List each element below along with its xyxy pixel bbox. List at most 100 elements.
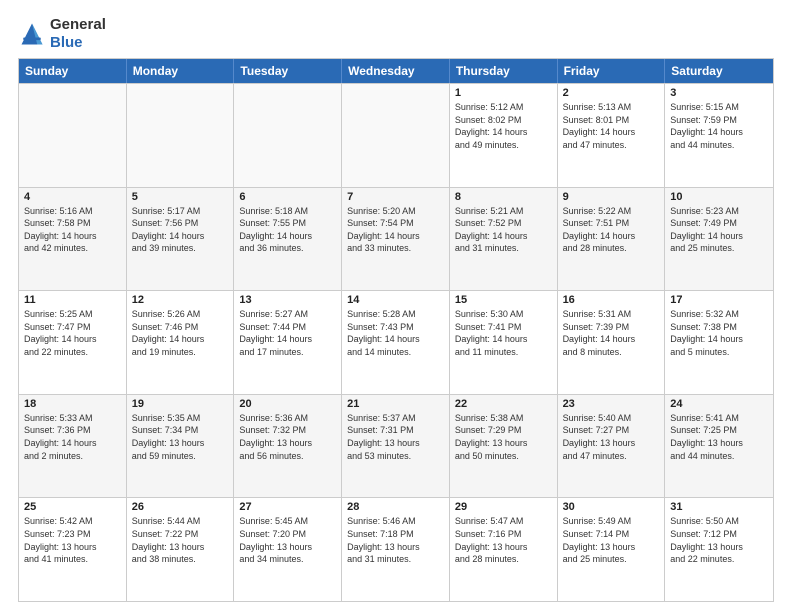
cal-cell: 31 Sunrise: 5:50 AM Sunset: 7:12 PM Dayli… <box>665 498 773 601</box>
cell-info: Sunrise: 5:32 AM Sunset: 7:38 PM Dayligh… <box>670 308 768 358</box>
day-number: 12 <box>132 294 229 306</box>
logo-text: GeneralBlue <box>50 16 106 52</box>
cell-info: Sunrise: 5:33 AM Sunset: 7:36 PM Dayligh… <box>24 412 121 462</box>
day-number: 24 <box>670 398 768 410</box>
day-number: 27 <box>239 501 336 513</box>
cal-cell: 21 Sunrise: 5:37 AM Sunset: 7:31 PM Dayli… <box>342 395 450 498</box>
cell-info: Sunrise: 5:13 AM Sunset: 8:01 PM Dayligh… <box>563 101 660 151</box>
day-number: 7 <box>347 191 444 203</box>
cell-info: Sunrise: 5:36 AM Sunset: 7:32 PM Dayligh… <box>239 412 336 462</box>
day-number: 1 <box>455 87 552 99</box>
cell-info: Sunrise: 5:12 AM Sunset: 8:02 PM Dayligh… <box>455 101 552 151</box>
cal-header-cell: Friday <box>558 59 666 83</box>
day-number: 26 <box>132 501 229 513</box>
cal-cell: 29 Sunrise: 5:47 AM Sunset: 7:16 PM Dayli… <box>450 498 558 601</box>
cal-cell: 7 Sunrise: 5:20 AM Sunset: 7:54 PM Daylig… <box>342 188 450 291</box>
cal-header-cell: Tuesday <box>234 59 342 83</box>
day-number: 15 <box>455 294 552 306</box>
day-number: 9 <box>563 191 660 203</box>
cal-cell: 12 Sunrise: 5:26 AM Sunset: 7:46 PM Dayli… <box>127 291 235 394</box>
cal-cell: 17 Sunrise: 5:32 AM Sunset: 7:38 PM Dayli… <box>665 291 773 394</box>
cal-week: 11 Sunrise: 5:25 AM Sunset: 7:47 PM Dayli… <box>19 290 773 394</box>
cal-cell: 10Sunrise: 5:23 AM Sunset: 7:49 PM Dayli… <box>665 188 773 291</box>
day-number: 21 <box>347 398 444 410</box>
cell-info: Sunrise: 5:21 AM Sunset: 7:52 PM Dayligh… <box>455 205 552 255</box>
cell-info: Sunrise: 5:50 AM Sunset: 7:12 PM Dayligh… <box>670 515 768 565</box>
cell-info: Sunrise: 5:38 AM Sunset: 7:29 PM Dayligh… <box>455 412 552 462</box>
cal-cell-empty <box>19 84 127 187</box>
cell-info: Sunrise: 5:35 AM Sunset: 7:34 PM Dayligh… <box>132 412 229 462</box>
cal-cell: 19 Sunrise: 5:35 AM Sunset: 7:34 PM Dayli… <box>127 395 235 498</box>
day-number: 6 <box>239 191 336 203</box>
cal-header-cell: Monday <box>127 59 235 83</box>
logo-icon <box>18 20 46 48</box>
cell-info: Sunrise: 5:26 AM Sunset: 7:46 PM Dayligh… <box>132 308 229 358</box>
cal-cell: 15 Sunrise: 5:30 AM Sunset: 7:41 PM Dayli… <box>450 291 558 394</box>
cal-cell: 24Sunrise: 5:41 AM Sunset: 7:25 PM Dayli… <box>665 395 773 498</box>
day-number: 23 <box>563 398 660 410</box>
cal-header-cell: Thursday <box>450 59 558 83</box>
calendar-header-row: SundayMondayTuesdayWednesdayThursdayFrid… <box>19 59 773 83</box>
cell-info: Sunrise: 5:31 AM Sunset: 7:39 PM Dayligh… <box>563 308 660 358</box>
cal-cell: 26Sunrise: 5:44 AM Sunset: 7:22 PM Dayli… <box>127 498 235 601</box>
cal-week: 18Sunrise: 5:33 AM Sunset: 7:36 PM Dayli… <box>19 394 773 498</box>
cell-info: Sunrise: 5:30 AM Sunset: 7:41 PM Dayligh… <box>455 308 552 358</box>
cal-cell: 6 Sunrise: 5:18 AM Sunset: 7:55 PM Daylig… <box>234 188 342 291</box>
day-number: 14 <box>347 294 444 306</box>
day-number: 4 <box>24 191 121 203</box>
day-number: 16 <box>563 294 660 306</box>
day-number: 3 <box>670 87 768 99</box>
day-number: 28 <box>347 501 444 513</box>
cal-cell: 22Sunrise: 5:38 AM Sunset: 7:29 PM Dayli… <box>450 395 558 498</box>
header: GeneralBlue <box>18 16 774 52</box>
cal-cell: 4 Sunrise: 5:16 AM Sunset: 7:58 PM Daylig… <box>19 188 127 291</box>
day-number: 11 <box>24 294 121 306</box>
cell-info: Sunrise: 5:42 AM Sunset: 7:23 PM Dayligh… <box>24 515 121 565</box>
cell-info: Sunrise: 5:16 AM Sunset: 7:58 PM Dayligh… <box>24 205 121 255</box>
day-number: 2 <box>563 87 660 99</box>
day-number: 31 <box>670 501 768 513</box>
cal-cell: 13Sunrise: 5:27 AM Sunset: 7:44 PM Dayli… <box>234 291 342 394</box>
cell-info: Sunrise: 5:17 AM Sunset: 7:56 PM Dayligh… <box>132 205 229 255</box>
cal-cell: 23 Sunrise: 5:40 AM Sunset: 7:27 PM Dayli… <box>558 395 666 498</box>
cell-info: Sunrise: 5:40 AM Sunset: 7:27 PM Dayligh… <box>563 412 660 462</box>
page: GeneralBlue SundayMondayTuesdayWednesday… <box>0 0 792 612</box>
day-number: 30 <box>563 501 660 513</box>
cal-week: 4 Sunrise: 5:16 AM Sunset: 7:58 PM Daylig… <box>19 187 773 291</box>
cal-cell: 25Sunrise: 5:42 AM Sunset: 7:23 PM Dayli… <box>19 498 127 601</box>
logo-general: General <box>50 16 106 33</box>
cal-cell: 30Sunrise: 5:49 AM Sunset: 7:14 PM Dayli… <box>558 498 666 601</box>
day-number: 20 <box>239 398 336 410</box>
cal-cell-empty <box>342 84 450 187</box>
cal-cell-empty <box>127 84 235 187</box>
cell-info: Sunrise: 5:20 AM Sunset: 7:54 PM Dayligh… <box>347 205 444 255</box>
day-number: 19 <box>132 398 229 410</box>
cal-cell: 1 Sunrise: 5:12 AM Sunset: 8:02 PM Daylig… <box>450 84 558 187</box>
cal-header-cell: Wednesday <box>342 59 450 83</box>
logo-blue: Blue <box>50 34 83 51</box>
day-number: 5 <box>132 191 229 203</box>
cell-info: Sunrise: 5:22 AM Sunset: 7:51 PM Dayligh… <box>563 205 660 255</box>
day-number: 29 <box>455 501 552 513</box>
day-number: 17 <box>670 294 768 306</box>
cal-cell: 18Sunrise: 5:33 AM Sunset: 7:36 PM Dayli… <box>19 395 127 498</box>
cell-info: Sunrise: 5:25 AM Sunset: 7:47 PM Dayligh… <box>24 308 121 358</box>
cal-cell: 3 Sunrise: 5:15 AM Sunset: 7:59 PM Daylig… <box>665 84 773 187</box>
logo: GeneralBlue <box>18 16 106 52</box>
cal-cell: 11 Sunrise: 5:25 AM Sunset: 7:47 PM Dayli… <box>19 291 127 394</box>
cal-cell: 14 Sunrise: 5:28 AM Sunset: 7:43 PM Dayli… <box>342 291 450 394</box>
cal-week: 25Sunrise: 5:42 AM Sunset: 7:23 PM Dayli… <box>19 497 773 601</box>
cell-info: Sunrise: 5:47 AM Sunset: 7:16 PM Dayligh… <box>455 515 552 565</box>
cell-info: Sunrise: 5:37 AM Sunset: 7:31 PM Dayligh… <box>347 412 444 462</box>
calendar: SundayMondayTuesdayWednesdayThursdayFrid… <box>18 58 774 602</box>
cal-cell: 2 Sunrise: 5:13 AM Sunset: 8:01 PM Daylig… <box>558 84 666 187</box>
cell-info: Sunrise: 5:15 AM Sunset: 7:59 PM Dayligh… <box>670 101 768 151</box>
cell-info: Sunrise: 5:28 AM Sunset: 7:43 PM Dayligh… <box>347 308 444 358</box>
cal-cell: 8Sunrise: 5:21 AM Sunset: 7:52 PM Daylig… <box>450 188 558 291</box>
cell-info: Sunrise: 5:27 AM Sunset: 7:44 PM Dayligh… <box>239 308 336 358</box>
day-number: 10 <box>670 191 768 203</box>
cell-info: Sunrise: 5:18 AM Sunset: 7:55 PM Dayligh… <box>239 205 336 255</box>
cal-cell: 16 Sunrise: 5:31 AM Sunset: 7:39 PM Dayli… <box>558 291 666 394</box>
cal-header-cell: Saturday <box>665 59 773 83</box>
cal-cell: 28Sunrise: 5:46 AM Sunset: 7:18 PM Dayli… <box>342 498 450 601</box>
